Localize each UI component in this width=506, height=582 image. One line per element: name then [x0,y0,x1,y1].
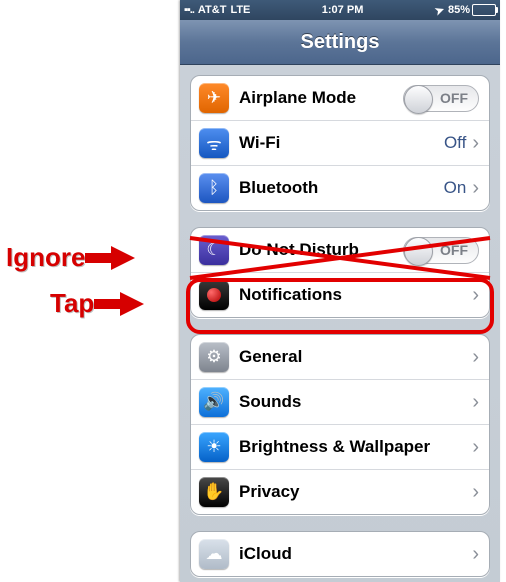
settings-group-icloud: ☁ iCloud › [190,531,490,577]
gear-icon: ⚙ [199,342,229,372]
row-airplane-mode[interactable]: ✈ Airplane Mode OFF [191,76,489,120]
red-dot-icon [207,288,221,302]
chevron-right-icon: › [472,392,479,412]
location-icon: ➤ [433,2,446,17]
annotation-tap-text: Tap [50,288,94,319]
chevron-right-icon: › [472,285,479,305]
nav-title: Settings [301,31,380,53]
bluetooth-value: On [444,178,467,198]
toggle-knob [404,85,433,114]
annotation-ignore: Ignore [6,242,135,273]
row-general[interactable]: ⚙ General › [191,335,489,379]
arrow-head-icon [111,246,135,270]
row-brightness[interactable]: ☀ Brightness & Wallpaper › [191,424,489,469]
annotation-tap: Tap [50,288,144,319]
annotation-ignore-text: Ignore [6,242,85,273]
chevron-right-icon: › [472,133,479,153]
row-do-not-disturb[interactable]: ☾ Do Not Disturb OFF [191,228,489,272]
toggle-text: OFF [440,242,468,258]
airplane-label: Airplane Mode [239,88,403,108]
phone-screen: ▪▪.. AT&T LTE 1:07 PM ➤ 85% Settings ✈ A… [180,0,500,582]
chevron-right-icon: › [472,544,479,564]
nav-bar: Settings [180,20,500,65]
toggle-text: OFF [440,90,468,106]
speaker-icon: 🔊 [199,387,229,417]
sounds-label: Sounds [239,392,472,412]
row-sounds[interactable]: 🔊 Sounds › [191,379,489,424]
settings-group-general: ⚙ General › 🔊 Sounds › ☀ Brightness & Wa… [190,334,490,515]
signal-icon: ▪▪.. [184,4,194,16]
dnd-label: Do Not Disturb [239,240,403,260]
clock-label: 1:07 PM [250,4,434,16]
brightness-icon: ☀ [199,432,229,462]
chevron-right-icon: › [472,482,479,502]
wifi-icon: ᯤ [199,128,229,158]
dnd-toggle[interactable]: OFF [403,237,479,264]
privacy-label: Privacy [239,482,472,502]
airplane-toggle[interactable]: OFF [403,85,479,112]
arrow-shaft [85,253,111,263]
notifications-label: Notifications [239,285,472,305]
wifi-label: Wi-Fi [239,133,444,153]
settings-table[interactable]: ✈ Airplane Mode OFF ᯤ Wi-Fi Off › ᛒ Blue… [180,65,500,582]
wifi-value: Off [444,133,466,153]
brightness-label: Brightness & Wallpaper [239,437,472,457]
icloud-label: iCloud [239,544,472,564]
settings-group-notifications: ☾ Do Not Disturb OFF Notifications › [190,227,490,318]
row-wifi[interactable]: ᯤ Wi-Fi Off › [191,120,489,165]
cloud-icon: ☁ [199,539,229,569]
row-bluetooth[interactable]: ᛒ Bluetooth On › [191,165,489,210]
carrier-label: AT&T [198,4,227,16]
general-label: General [239,347,472,367]
chevron-right-icon: › [472,178,479,198]
row-privacy[interactable]: ✋ Privacy › [191,469,489,514]
airplane-icon: ✈ [199,83,229,113]
row-notifications[interactable]: Notifications › [191,272,489,317]
toggle-knob [404,237,433,266]
network-label: LTE [230,4,250,16]
settings-group-connectivity: ✈ Airplane Mode OFF ᯤ Wi-Fi Off › ᛒ Blue… [190,75,490,211]
status-bar: ▪▪.. AT&T LTE 1:07 PM ➤ 85% [180,0,500,20]
chevron-right-icon: › [472,437,479,457]
row-icloud[interactable]: ☁ iCloud › [191,532,489,576]
battery-icon [472,4,496,16]
notifications-icon [199,280,229,310]
battery-pct-label: 85% [448,4,470,16]
bluetooth-label: Bluetooth [239,178,444,198]
bluetooth-icon: ᛒ [199,173,229,203]
arrow-head-icon [120,292,144,316]
hand-icon: ✋ [199,477,229,507]
arrow-shaft [94,299,120,309]
chevron-right-icon: › [472,347,479,367]
moon-icon: ☾ [199,235,229,265]
